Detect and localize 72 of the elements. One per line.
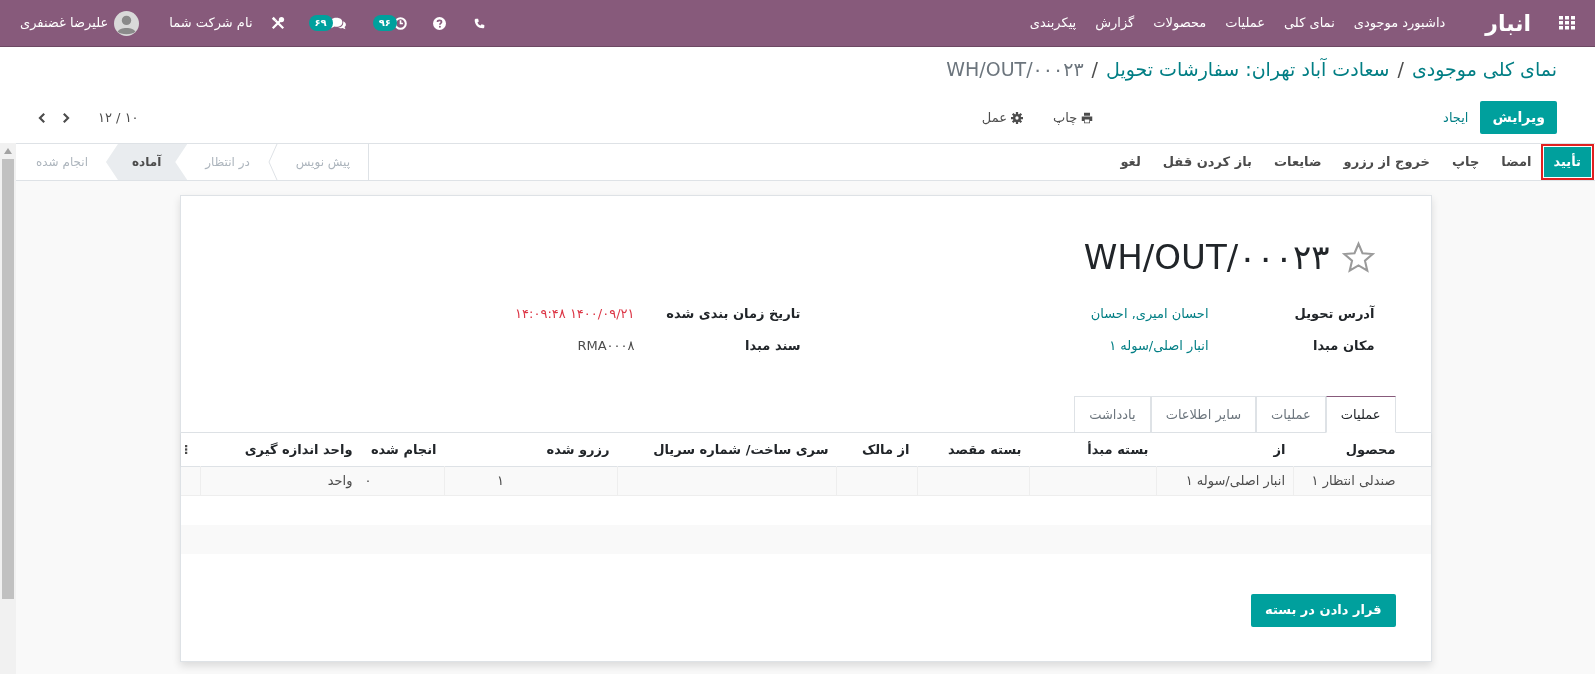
app-title[interactable]: انبار (1485, 6, 1531, 40)
column-header[interactable]: از (1156, 433, 1294, 466)
status-action-button[interactable]: چاپ (1442, 147, 1490, 177)
menu-item[interactable]: محصولات (1153, 13, 1207, 33)
column-header[interactable]: از مالک (836, 433, 918, 466)
field-label: مکان مبدا (1312, 337, 1375, 356)
next-record-icon[interactable] (61, 111, 70, 124)
breadcrumb-link[interactable]: سعادت آباد تهران: سفارشات تحویل (1106, 55, 1390, 84)
column-header[interactable]: انجام شده (360, 433, 445, 466)
message-count-badge: ۶۹ (308, 15, 333, 31)
tab[interactable]: عملیات (1325, 396, 1396, 433)
previous-record-icon[interactable] (38, 111, 47, 124)
create-button[interactable]: ایجاد (1431, 101, 1481, 134)
company-switcher[interactable]: نام شرکت شما (169, 13, 253, 33)
column-options-icon[interactable] (184, 443, 188, 455)
action-menu-button[interactable]: عمل (981, 107, 1023, 128)
help-icon[interactable] (432, 16, 446, 30)
menu-item[interactable]: گزارش (1095, 13, 1135, 33)
column-header[interactable]: رزرو شده (444, 433, 618, 466)
apps-menu-icon[interactable] (1559, 16, 1575, 30)
print-menu-button[interactable]: چاپ (1052, 107, 1094, 128)
activity-button[interactable]: ۹۶ (372, 15, 407, 31)
messages-button[interactable]: ۶۹ (308, 15, 347, 31)
field-label: آدرس تحویل (1293, 304, 1375, 324)
tab[interactable]: یادداشت (1074, 396, 1151, 433)
printer-icon (1081, 111, 1094, 124)
record-title: WH/OUT/۰۰۰۲۳ (1083, 240, 1330, 274)
tab[interactable]: سایر اطلاعات (1150, 396, 1257, 433)
menu-item[interactable]: داشبورد موجودی (1353, 13, 1446, 33)
stage-step[interactable]: آماده (105, 144, 188, 180)
scrollbar[interactable] (0, 143, 16, 674)
table-cell: صندلی انتظار ۱ (1293, 466, 1431, 495)
field-link[interactable]: انبار اصلی/سوله ۱ (1109, 336, 1209, 356)
table-cell: ۰ (360, 466, 445, 495)
column-header[interactable]: بسته مقصد (917, 433, 1030, 466)
status-action-button[interactable]: باز کردن قفل (1152, 147, 1262, 177)
menu-item[interactable]: نمای کلی (1284, 13, 1335, 33)
breadcrumb-link[interactable]: نمای کلی موجودی (1411, 55, 1557, 84)
column-header[interactable]: محصول (1293, 433, 1431, 466)
gear-icon (1010, 111, 1023, 124)
status-action-button[interactable]: ضایعات (1263, 147, 1332, 177)
breadcrumb-separator: / (1397, 57, 1404, 83)
field-value: RMA۰۰۰۸ (577, 337, 635, 356)
breadcrumb-current: WH/OUT/۰۰۰۲۳ (946, 57, 1084, 83)
status-action-button[interactable]: امضا (1491, 147, 1542, 177)
table-cell: ۱ (444, 466, 618, 495)
column-header[interactable]: سری ساخت/ شماره سریال (617, 433, 837, 466)
pager-value[interactable]: ۱۰ / ۱۲ (98, 107, 139, 128)
menu-item[interactable]: عملیات (1225, 13, 1265, 33)
field-value: ۱۴۰۰/۰۹/۲۱ ۱۴:۰۹:۴۸ (515, 305, 635, 324)
field-label: تاریخ زمان بندی شده (665, 305, 801, 324)
menu-item[interactable]: پیکربندی (1029, 13, 1077, 33)
status-action-button[interactable]: لغو (1110, 147, 1151, 177)
star-icon[interactable] (1341, 240, 1375, 274)
table-cell: انبار اصلی/سوله ۱ (1156, 466, 1294, 495)
user-menu[interactable]: علیرضا غضنفری (20, 10, 140, 36)
avatar-icon (114, 10, 140, 36)
breadcrumb-separator: / (1091, 57, 1098, 83)
tab[interactable]: عملیات (1256, 396, 1326, 433)
column-header[interactable]: واحد اندازه گیری (200, 433, 361, 466)
phone-icon[interactable] (473, 17, 485, 29)
edit-button[interactable]: ویرایش (1480, 101, 1557, 134)
field-label: سند مبدا (744, 337, 801, 356)
status-action-button[interactable]: خروج از رزرو (1333, 147, 1440, 177)
tools-icon[interactable] (270, 16, 285, 30)
table-cell: واحد (200, 466, 361, 495)
field-link[interactable]: احسان امیری, احسان (1090, 304, 1209, 324)
activity-count-badge: ۹۶ (372, 15, 397, 31)
status-action-button[interactable]: تأیید (1543, 147, 1591, 177)
scrollbar-thumb[interactable] (2, 159, 14, 599)
put-in-pack-button[interactable]: قرار دادن در بسته (1251, 593, 1396, 627)
column-header[interactable]: بسته مبدأ (1029, 433, 1157, 466)
